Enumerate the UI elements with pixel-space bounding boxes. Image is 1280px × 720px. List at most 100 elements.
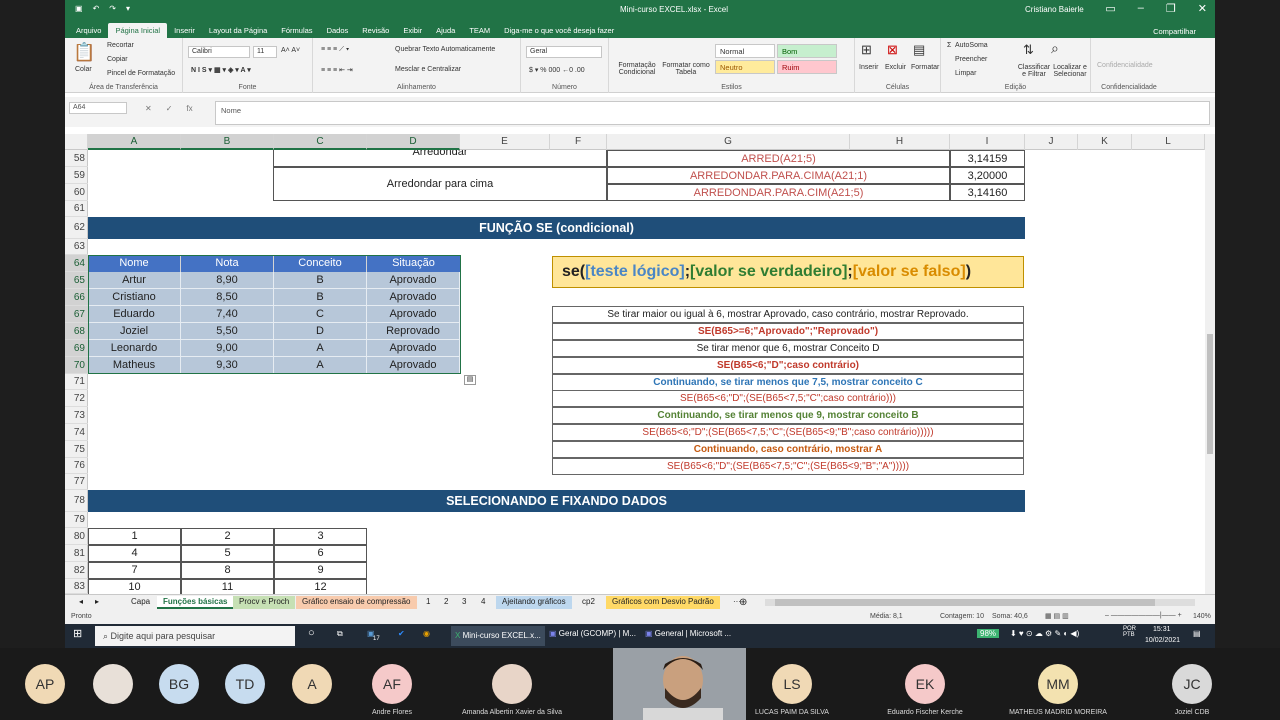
row-header[interactable]: 80 [65, 528, 88, 545]
task-view-icon[interactable]: ⧉ [337, 629, 343, 639]
battery-indicator[interactable]: 98% [977, 629, 1000, 638]
row-header[interactable]: 67 [65, 306, 88, 323]
windows-start-icon[interactable]: ⊞ [73, 627, 82, 640]
table-header-situacao[interactable]: Situação [367, 255, 460, 272]
explanation-line[interactable]: SE(B65<6;"D";(SE(B65<7,5;"C";(SE(B65<9;"… [552, 424, 1024, 441]
sheet-tab-2[interactable]: 2 [438, 596, 454, 609]
table-cell[interactable]: B [274, 289, 367, 306]
number-cell[interactable]: 1 [88, 528, 181, 545]
number-format-select[interactable]: Geral [526, 46, 602, 58]
explanation-line[interactable]: SE(B65<6;"D";caso contrário) [552, 357, 1024, 374]
col-header-d[interactable]: D [367, 134, 460, 150]
table-cell[interactable]: A [274, 357, 367, 374]
table-header-nota[interactable]: Nota [181, 255, 274, 272]
tab-formulas[interactable]: Fórmulas [274, 23, 319, 38]
table-cell[interactable]: Eduardo [88, 306, 181, 323]
row-header[interactable]: 77 [65, 474, 88, 490]
tab-file[interactable]: Arquivo [69, 23, 108, 38]
col-header-e[interactable]: E [460, 134, 550, 150]
table-cell[interactable]: Reprovado [367, 323, 460, 340]
find-icon[interactable]: ⌕ [1051, 40, 1059, 57]
delete-cells-icon[interactable]: ⊠ [887, 42, 898, 58]
zoom-slider[interactable]: – ———————|—— + [1105, 612, 1182, 619]
table-cell[interactable]: 9,00 [181, 340, 274, 357]
taskbar-search[interactable]: ⌕ Digite aqui para pesquisar [95, 626, 295, 646]
sheet-nav-prev[interactable]: ◂ [73, 596, 89, 609]
row-header[interactable]: 70 [65, 357, 88, 374]
col-header-b[interactable]: B [181, 134, 274, 150]
restore-icon[interactable]: ❐ [1166, 2, 1176, 15]
share-button[interactable]: Compartilhar [1146, 24, 1203, 39]
table-cell[interactable]: Cristiano [88, 289, 181, 306]
sheet-tab-3[interactable]: 3 [456, 596, 472, 609]
undo-icon[interactable]: ↶ [93, 4, 100, 13]
wrap-text-button[interactable]: Quebrar Texto Automaticamente [395, 46, 495, 53]
clock-date[interactable]: 10/02/2021 [1145, 637, 1180, 644]
formula-input[interactable]: Nome [215, 101, 1210, 125]
participant-tile[interactable]: JC Joziel CDB [1127, 648, 1257, 720]
paste-icon[interactable]: 📋 [73, 42, 95, 63]
sheet-tab-capa[interactable]: Capa [125, 596, 156, 609]
participant-tile[interactable]: AF Andre Flores [327, 648, 457, 720]
insert-cells-button[interactable]: Inserir [859, 64, 878, 71]
number-cell[interactable]: 12 [274, 579, 367, 594]
row-header[interactable]: 63 [65, 239, 88, 255]
cell-arredondar[interactable]: Arredondar [273, 150, 607, 167]
quick-analysis-icon[interactable]: ▤ [464, 375, 476, 385]
tab-home[interactable]: Página Inicial [108, 23, 168, 38]
notifications-icon[interactable]: ▤ [1193, 629, 1201, 638]
explanation-line[interactable]: Continuando, se tirar menos que 7,5, mos… [552, 374, 1024, 391]
number-format-icons[interactable]: $ ▾ % 000 ←0 .00 [529, 66, 585, 74]
cell-formula-arred-cima[interactable]: ARREDONDAR.PARA.CIMA(A21;1) [607, 167, 950, 184]
view-mode-icons[interactable]: ▦ ▤ ▥ [1045, 612, 1069, 620]
select-all-corner[interactable] [65, 134, 88, 150]
tab-data[interactable]: Dados [320, 23, 356, 38]
table-cell[interactable]: C [274, 306, 367, 323]
row-header[interactable]: 60 [65, 184, 88, 201]
row-header[interactable]: 69 [65, 340, 88, 357]
table-cell[interactable]: Matheus [88, 357, 181, 374]
insert-function-icon[interactable]: fx [186, 104, 192, 113]
number-cell[interactable]: 8 [181, 562, 274, 579]
participant-tile[interactable]: MM MATHEUS MADRID MOREIRA [993, 648, 1123, 720]
explanation-line[interactable]: SE(B65>=6;"Aprovado";"Reprovado") [552, 323, 1024, 340]
tab-view[interactable]: Exibir [396, 23, 429, 38]
clear-button[interactable]: Limpar [955, 70, 976, 77]
sheet-tab-procv[interactable]: Procv e Proch [233, 596, 296, 609]
style-normal[interactable]: Normal [715, 44, 775, 58]
tab-page-layout[interactable]: Layout da Página [202, 23, 274, 38]
cell-result[interactable]: 3,20000 [950, 167, 1025, 184]
table-cell[interactable]: 5,50 [181, 323, 274, 340]
col-header-h[interactable]: H [850, 134, 950, 150]
conditional-formatting-button[interactable]: Formatação Condicional [615, 62, 659, 76]
todo-icon[interactable]: ✔ [398, 629, 405, 638]
number-cell[interactable]: 5 [181, 545, 274, 562]
tab-insert[interactable]: Inserir [167, 23, 202, 38]
style-neutro[interactable]: Neutro [715, 60, 775, 74]
table-cell[interactable]: 9,30 [181, 357, 274, 374]
number-cell[interactable]: 9 [274, 562, 367, 579]
row-header[interactable]: 62 [65, 217, 88, 239]
name-box[interactable]: A64 [69, 102, 127, 114]
minimize-icon[interactable]: – [1138, 2, 1144, 15]
enter-icon[interactable]: ✓ [166, 104, 173, 113]
table-cell[interactable]: D [274, 323, 367, 340]
cell-formula-arred[interactable]: ARRED(A21;5) [607, 150, 950, 167]
col-header-i[interactable]: I [950, 134, 1025, 150]
font-size-select[interactable]: 11 [253, 46, 277, 58]
sheet-tab-1[interactable]: 1 [420, 596, 436, 609]
number-cell[interactable]: 2 [181, 528, 274, 545]
table-cell[interactable]: 8,90 [181, 272, 274, 289]
number-cell[interactable]: 3 [274, 528, 367, 545]
format-cells-icon[interactable]: ▤ [913, 42, 925, 58]
save-icon[interactable]: ▣ [75, 4, 83, 13]
font-name-select[interactable]: Calibri [188, 46, 250, 58]
ribbon-display-icon[interactable]: ▭ [1105, 2, 1115, 15]
table-header-nome[interactable]: Nome [88, 255, 181, 272]
row-header[interactable]: 65 [65, 272, 88, 289]
table-header-conceito[interactable]: Conceito [274, 255, 367, 272]
table-cell[interactable]: A [274, 340, 367, 357]
number-cell[interactable]: 7 [88, 562, 181, 579]
col-header-j[interactable]: J [1025, 134, 1078, 150]
col-header-f[interactable]: F [550, 134, 607, 150]
